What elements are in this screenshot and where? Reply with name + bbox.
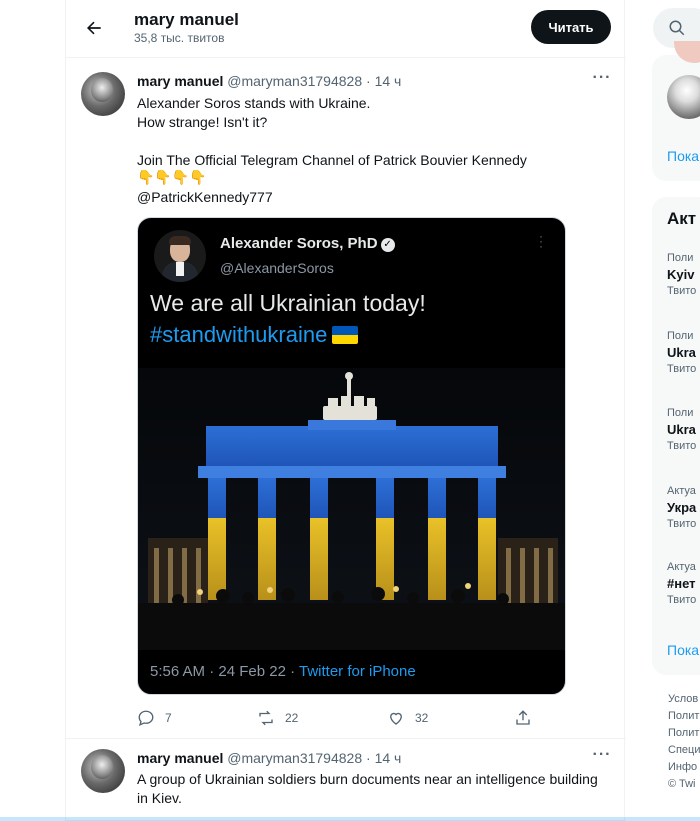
reply-icon <box>138 710 154 726</box>
embedded-author-name: Alexander Soros, PhD <box>220 235 378 252</box>
footer-link[interactable]: Специ <box>668 742 700 759</box>
embedded-meta: 5:56 AM · 24 Feb 22 · Twitter for iPhone <box>150 663 416 680</box>
embedded-avatar <box>154 230 206 282</box>
reply-button[interactable]: 7 <box>137 709 172 727</box>
like-count: 32 <box>415 711 429 725</box>
trend-category: Актуа <box>667 485 696 497</box>
like-button[interactable]: 32 <box>387 709 428 727</box>
trend-topic: #нет <box>667 576 696 591</box>
more-button[interactable]: ··· <box>590 746 614 768</box>
embedded-text: We are all Ukrainian today! <box>150 290 426 316</box>
trend-category: Поли <box>667 407 694 419</box>
more-icon: ··· <box>592 746 612 763</box>
trend-item[interactable]: Поли Ukra Твито <box>667 330 700 375</box>
tweet-time[interactable]: 14 ч <box>375 73 402 89</box>
tweet-actions: 7 22 32 <box>137 709 557 729</box>
embedded-timestamp: 5:56 AM · 24 Feb 22 · <box>150 663 299 680</box>
trend-topic: Kyiv <box>667 267 695 282</box>
footer-link[interactable]: Инфо <box>668 759 700 776</box>
trend-item[interactable]: Поли Kyiv Твито <box>667 252 700 297</box>
author-handle[interactable]: @maryman31794828 <box>227 73 362 89</box>
retweet-icon <box>259 710 273 726</box>
suggested-avatar[interactable] <box>674 41 700 63</box>
trend-topic: Укра <box>667 500 697 515</box>
brandenburg-gate-photo <box>138 368 565 650</box>
trend-topic: Ukra <box>667 422 696 437</box>
separator-dot: · <box>366 750 371 766</box>
right-sidebar: Пока Акт Поли Kyiv Твито Поли Ukra Твито… <box>626 0 700 821</box>
main-column: mary manuel 35,8 тыс. твитов Читать mary… <box>65 0 626 821</box>
mention-link[interactable]: @PatrickKennedy777 <box>137 188 607 207</box>
trend-count: Твито <box>667 440 697 452</box>
trend-count: Твито <box>667 285 697 297</box>
footer-link[interactable]: Услов <box>668 691 700 708</box>
trend-item[interactable]: Актуа Укра Твито <box>667 485 700 530</box>
suggested-avatar[interactable] <box>667 75 700 119</box>
embedded-author-handle: @AlexanderSoros <box>220 260 334 276</box>
retweet-count: 22 <box>285 711 299 725</box>
footer-copyright: © Twi <box>668 778 696 790</box>
footer-link[interactable]: Полит <box>668 708 700 725</box>
tweet-header: mary manuel @maryman31794828 · 14 ч <box>137 73 401 89</box>
trend-category: Поли <box>667 252 694 264</box>
embedded-more-icon: · · · <box>539 229 543 253</box>
back-arrow-icon <box>87 21 101 35</box>
back-button[interactable] <box>76 10 112 46</box>
search-icon <box>669 20 685 36</box>
author-name[interactable]: mary manuel <box>137 73 223 89</box>
show-more-link[interactable]: Пока <box>667 148 699 164</box>
tweet-time[interactable]: 14 ч <box>375 750 402 766</box>
more-icon: ··· <box>592 69 612 86</box>
trend-item[interactable]: Поли Ukra Твито <box>667 407 700 452</box>
avatar[interactable] <box>81 72 125 116</box>
footer-links: Услов Полит Полит Специ Инфо © Twi <box>668 691 700 793</box>
bottom-bar <box>0 817 700 821</box>
embedded-author-line: Alexander Soros, PhD ✓ <box>220 235 395 252</box>
embedded-source: Twitter for iPhone <box>298 663 416 680</box>
profile-name: mary manuel <box>134 10 239 29</box>
embedded-hashtag: #standwithukraine <box>150 322 328 347</box>
who-to-follow-card: Пока <box>652 41 700 181</box>
trends-title: Акт <box>667 209 697 228</box>
share-button[interactable] <box>514 709 542 727</box>
tweet[interactable]: mary manuel @maryman31794828 · 14 ч ··· … <box>66 59 626 739</box>
trend-count: Твито <box>667 363 697 375</box>
ukraine-flag-icon <box>332 326 359 344</box>
avatar[interactable] <box>81 749 125 793</box>
trends-card: Акт Поли Kyiv Твито Поли Ukra Твито Поли… <box>652 197 700 675</box>
verified-icon: ✓ <box>380 238 395 252</box>
like-icon <box>390 712 402 725</box>
trend-topic: Ukra <box>667 345 696 360</box>
author-name[interactable]: mary manuel <box>137 750 223 766</box>
tweet-text: A group of Ukrainian soldiers burn docum… <box>137 771 598 806</box>
retweet-button[interactable]: 22 <box>257 709 298 727</box>
footer-link[interactable]: Полит <box>668 725 700 742</box>
trend-count: Твито <box>667 594 697 606</box>
trend-count: Твито <box>667 518 697 530</box>
left-gutter <box>0 0 65 821</box>
trend-category: Поли <box>667 330 694 342</box>
share-icon <box>516 710 530 725</box>
trend-category: Актуа <box>667 561 696 573</box>
profile-header: mary manuel 35,8 тыс. твитов Читать <box>66 0 626 58</box>
pointing-down-emojis: 👇👇👇👇 <box>137 169 207 185</box>
tweet-count: 35,8 тыс. твитов <box>134 31 225 45</box>
follow-button[interactable]: Читать <box>531 10 611 44</box>
more-button[interactable]: ··· <box>590 69 614 91</box>
trend-item[interactable]: Актуа #нет Твито <box>667 561 700 606</box>
tweet-text: Alexander Soros stands with Ukraine. How… <box>137 95 527 168</box>
tweet[interactable]: mary manuel @maryman31794828 · 14 ч ··· … <box>66 739 626 821</box>
embedded-hashtag-line: #standwithukraine <box>150 322 359 348</box>
show-more-link[interactable]: Пока <box>667 642 699 658</box>
separator-dot: · <box>366 73 371 89</box>
author-handle[interactable]: @maryman31794828 <box>227 750 362 766</box>
tweet-header: mary manuel @maryman31794828 · 14 ч <box>137 750 401 766</box>
reply-count: 7 <box>165 711 172 725</box>
embedded-tweet-image[interactable]: Alexander Soros, PhD ✓ @AlexanderSoros · ·… <box>137 217 566 695</box>
